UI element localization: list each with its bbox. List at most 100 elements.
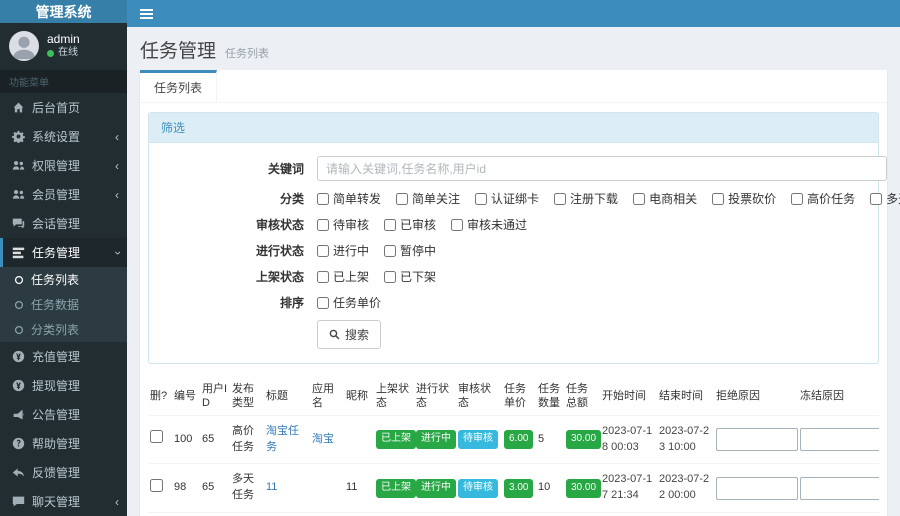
sidebar-item-chat[interactable]: 聊天管理 ‹ bbox=[0, 487, 127, 516]
question-icon bbox=[12, 437, 25, 450]
chevron-left-icon: ‹ bbox=[115, 129, 119, 144]
sidebar-item-announcements[interactable]: 公告管理 bbox=[0, 400, 127, 429]
home-icon bbox=[12, 101, 25, 114]
col-reject-reason: 拒绝原因 bbox=[716, 390, 760, 403]
progress-checkbox-group: 进行中 暂停中 bbox=[317, 242, 436, 259]
category-checkbox[interactable]: 认证绑卡 bbox=[475, 190, 539, 207]
shelf-status-badge: 已上架 bbox=[376, 479, 416, 498]
category-checkbox[interactable]: 电商相关 bbox=[633, 190, 697, 207]
user-panel: admin 在线 bbox=[0, 23, 127, 70]
sidebar-item-permissions[interactable]: 权限管理 ‹ bbox=[0, 151, 127, 180]
end-time: 2023-07-22 00:00 bbox=[657, 463, 714, 513]
freeze-reason-input[interactable] bbox=[800, 428, 879, 452]
page-title: 任务管理 bbox=[140, 41, 217, 62]
online-dot-icon bbox=[47, 50, 54, 57]
content-area: 任务管理 任务列表 任务列表 筛选 关键词 请输入关键词,任务名称,用户id 分… bbox=[127, 27, 900, 516]
shelf-checkbox[interactable]: 已下架 bbox=[384, 268, 436, 285]
progress-checkbox[interactable]: 暂停中 bbox=[384, 242, 436, 259]
progress-checkbox[interactable]: 进行中 bbox=[317, 242, 369, 259]
progress-status-badge: 进行中 bbox=[416, 479, 456, 498]
shelf-checkbox[interactable]: 已上架 bbox=[317, 268, 369, 285]
total-badge: 30.00 bbox=[566, 479, 602, 498]
sidebar-toggle-button[interactable] bbox=[127, 0, 166, 27]
user-silhouette-icon bbox=[12, 36, 36, 60]
circle-o-icon bbox=[14, 275, 24, 285]
submenu-item-task-list[interactable]: 任务列表 bbox=[0, 267, 127, 292]
sidebar-menu: 后台首页 系统设置 ‹ 权限管理 ‹ 会员管理 ‹ 会话管理 任务管理 ‹ 任务… bbox=[0, 93, 127, 516]
sidebar-item-sessions[interactable]: 会话管理 bbox=[0, 209, 127, 238]
progress-status-badge: 进行中 bbox=[416, 430, 456, 449]
freeze-reason-input[interactable] bbox=[800, 476, 879, 500]
sidebar-item-withdraw[interactable]: 提现管理 bbox=[0, 371, 127, 400]
sort-label: 排序 bbox=[279, 296, 304, 310]
col-progress-status: 进行状态 bbox=[416, 383, 449, 410]
row-select-checkbox[interactable] bbox=[150, 430, 163, 444]
sidebar-item-members[interactable]: 会员管理 ‹ bbox=[0, 180, 127, 209]
sidebar: 管理系统 admin 在线 功能菜单 后台首页 系统设置 ‹ 权限管理 ‹ 会员… bbox=[0, 0, 127, 516]
chevron-left-icon: ‹ bbox=[115, 494, 119, 509]
category-checkbox[interactable]: 多天任务 bbox=[870, 190, 900, 207]
audit-checkbox-group: 待审核 已审核 审核未通过 bbox=[317, 216, 527, 233]
search-icon bbox=[329, 329, 340, 340]
task-title-link[interactable]: 淘宝任务 bbox=[266, 425, 299, 453]
sidebar-item-help[interactable]: 帮助管理 bbox=[0, 429, 127, 458]
app-name bbox=[310, 463, 344, 513]
chat-icon bbox=[12, 495, 25, 508]
submenu-item-category-list[interactable]: 分类列表 bbox=[0, 317, 127, 342]
page-header: 任务管理 任务列表 bbox=[127, 27, 900, 70]
users-icon bbox=[12, 159, 25, 172]
col-app-name: 应用名 bbox=[312, 383, 334, 410]
sidebar-item-home[interactable]: 后台首页 bbox=[0, 93, 127, 122]
unit-price-badge: 6.00 bbox=[504, 430, 534, 449]
category-checkbox[interactable]: 简单转发 bbox=[317, 190, 381, 207]
unit-price-badge: 3.00 bbox=[504, 479, 534, 498]
search-button[interactable]: 搜索 bbox=[317, 320, 382, 349]
audit-checkbox[interactable]: 审核未通过 bbox=[451, 216, 527, 233]
task-list-card: 任务列表 筛选 关键词 请输入关键词,任务名称,用户id 分类 简单转发 简单关… bbox=[140, 70, 900, 516]
category-checkbox[interactable]: 投票砍价 bbox=[712, 190, 776, 207]
audit-status-badge: 待审核 bbox=[458, 479, 498, 498]
keyword-input[interactable] bbox=[317, 156, 887, 181]
row-select-checkbox[interactable] bbox=[150, 478, 163, 492]
top-navbar bbox=[127, 0, 900, 27]
app-name-link[interactable]: 淘宝 bbox=[312, 433, 334, 445]
audit-status-label: 审核状态 bbox=[255, 218, 304, 232]
nickname: 11 bbox=[344, 463, 374, 513]
app-window: 管理系统 admin 在线 功能菜单 后台首页 系统设置 ‹ 权限管理 ‹ 会员… bbox=[0, 0, 900, 516]
col-delete: 删? bbox=[150, 390, 168, 403]
shelf-status-label: 上架状态 bbox=[255, 270, 304, 284]
sort-checkbox[interactable]: 任务单价 bbox=[317, 294, 381, 311]
col-audit-status: 审核状态 bbox=[458, 383, 491, 410]
reject-reason-input[interactable] bbox=[716, 476, 798, 500]
task-number: 98 bbox=[172, 463, 200, 513]
col-number: 编号 bbox=[174, 390, 196, 403]
coin-icon bbox=[12, 350, 25, 363]
category-checkbox[interactable]: 注册下载 bbox=[554, 190, 618, 207]
sidebar-item-system-settings[interactable]: 系统设置 ‹ bbox=[0, 122, 127, 151]
category-checkbox[interactable]: 高价任务 bbox=[791, 190, 855, 207]
quantity: 10 bbox=[536, 463, 564, 513]
col-quantity: 任务数量 bbox=[538, 383, 560, 410]
category-checkbox[interactable]: 简单关注 bbox=[396, 190, 460, 207]
col-total: 任务总额 bbox=[566, 383, 588, 410]
audit-checkbox[interactable]: 已审核 bbox=[384, 216, 436, 233]
publish-type: 高价任务 bbox=[230, 414, 264, 464]
task-title-link[interactable]: 11 bbox=[266, 481, 277, 493]
col-end-time: 结束时间 bbox=[659, 390, 703, 403]
sidebar-item-recharge[interactable]: 充值管理 bbox=[0, 342, 127, 371]
filter-panel: 筛选 关键词 分类 简单转发 bbox=[148, 112, 900, 364]
publish-type: 多天任务 bbox=[230, 463, 264, 513]
sidebar-item-tasks[interactable]: 任务管理 ‹ bbox=[0, 238, 127, 267]
circle-o-icon bbox=[14, 325, 24, 335]
reject-reason-input[interactable] bbox=[716, 428, 798, 452]
submenu-item-task-data[interactable]: 任务数据 bbox=[0, 292, 127, 317]
user-status-label: 在线 bbox=[58, 47, 78, 59]
bullhorn-icon bbox=[12, 408, 25, 421]
tab-task-list[interactable]: 任务列表 bbox=[140, 70, 218, 102]
nickname bbox=[344, 414, 374, 464]
sidebar-item-feedback[interactable]: 反馈管理 bbox=[0, 458, 127, 487]
user-name: admin bbox=[47, 32, 80, 47]
col-unit-price: 任务单价 bbox=[504, 383, 526, 410]
total-badge: 30.00 bbox=[566, 430, 602, 449]
audit-checkbox[interactable]: 待审核 bbox=[317, 216, 369, 233]
